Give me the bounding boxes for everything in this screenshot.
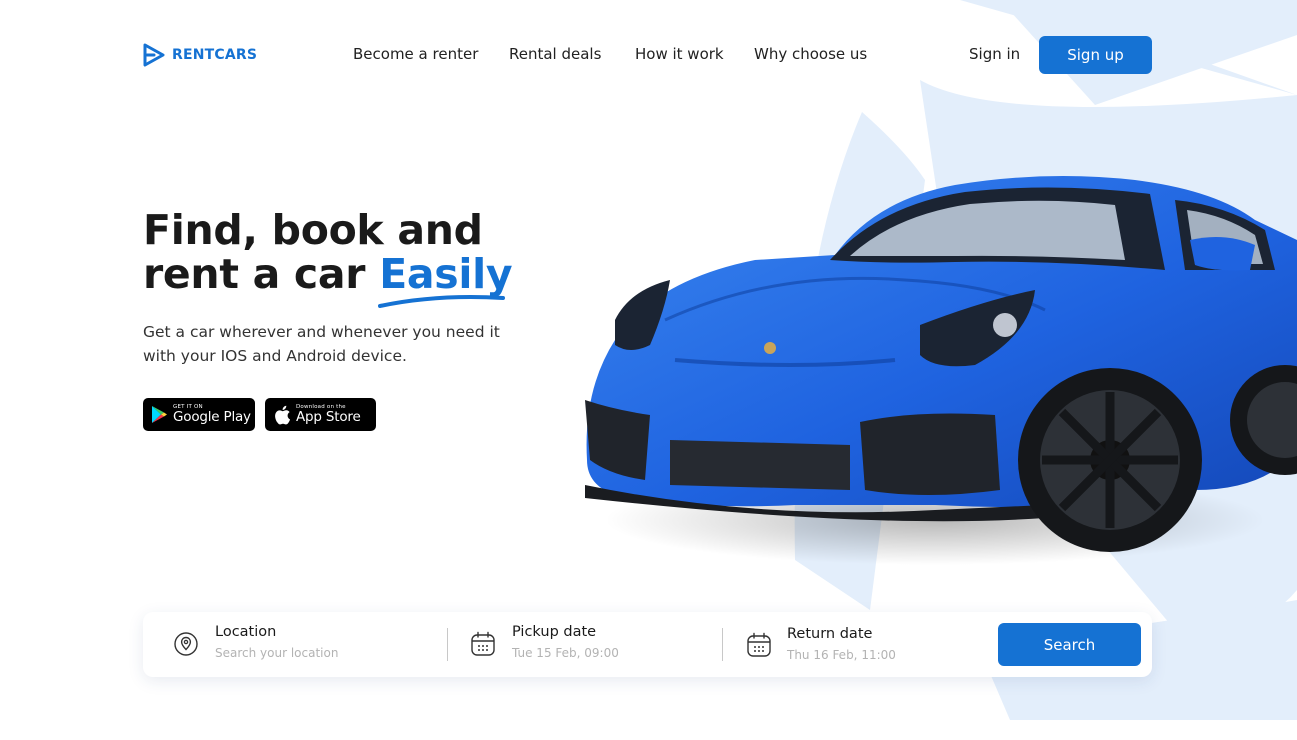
hero-car-image [585,176,1297,565]
hero-subtitle: Get a car wherever and whenever you need… [143,323,500,365]
hero-title: Find, book and rent a car Easily [143,206,603,308]
pickup-date-value: Tue 15 Feb, 09:00 [512,646,619,660]
hero-title-accent: Easily [378,252,513,308]
location-field[interactable]: Location Search your location [143,612,443,677]
return-date-value: Thu 16 Feb, 11:00 [787,648,896,662]
search-divider [447,628,448,661]
return-date-field[interactable]: Return date Thu 16 Feb, 11:00 [729,612,989,677]
nav-link-why-choose-us[interactable]: Why choose us [754,45,867,63]
google-play-label: Google Play [173,409,251,425]
signin-link[interactable]: Sign in [969,45,1020,63]
search-divider [722,628,723,661]
apple-icon [275,405,291,424]
hero-title-line-2: rent a car Easily [143,250,603,308]
location-pin-icon [174,632,198,656]
return-date-label: Return date [787,626,873,642]
nav-link-become-renter[interactable]: Become a renter [353,45,478,63]
app-store-badge[interactable]: Download on the App Store [265,398,376,431]
nav-link-rental-deals[interactable]: Rental deals [509,45,601,63]
calendar-icon [747,632,771,657]
app-store-label: App Store [296,409,361,425]
location-placeholder: Search your location [215,646,339,660]
accent-underline-swoosh [378,295,506,308]
google-play-badge[interactable]: GET IT ON Google Play [143,398,255,431]
calendar-icon [471,631,495,656]
pickup-date-field[interactable]: Pickup date Tue 15 Feb, 09:00 [453,612,723,677]
google-play-icon [152,406,167,423]
signup-button[interactable]: Sign up [1039,36,1152,74]
hero-title-line-1: Find, book and [143,206,483,254]
search-button[interactable]: Search [998,623,1141,666]
search-bar: Location Search your location Pickup dat… [143,612,1152,677]
hero-title-prefix: rent a car [143,250,380,298]
pickup-date-label: Pickup date [512,624,597,640]
nav-link-how-it-work[interactable]: How it work [635,45,724,63]
location-label: Location [215,624,277,640]
